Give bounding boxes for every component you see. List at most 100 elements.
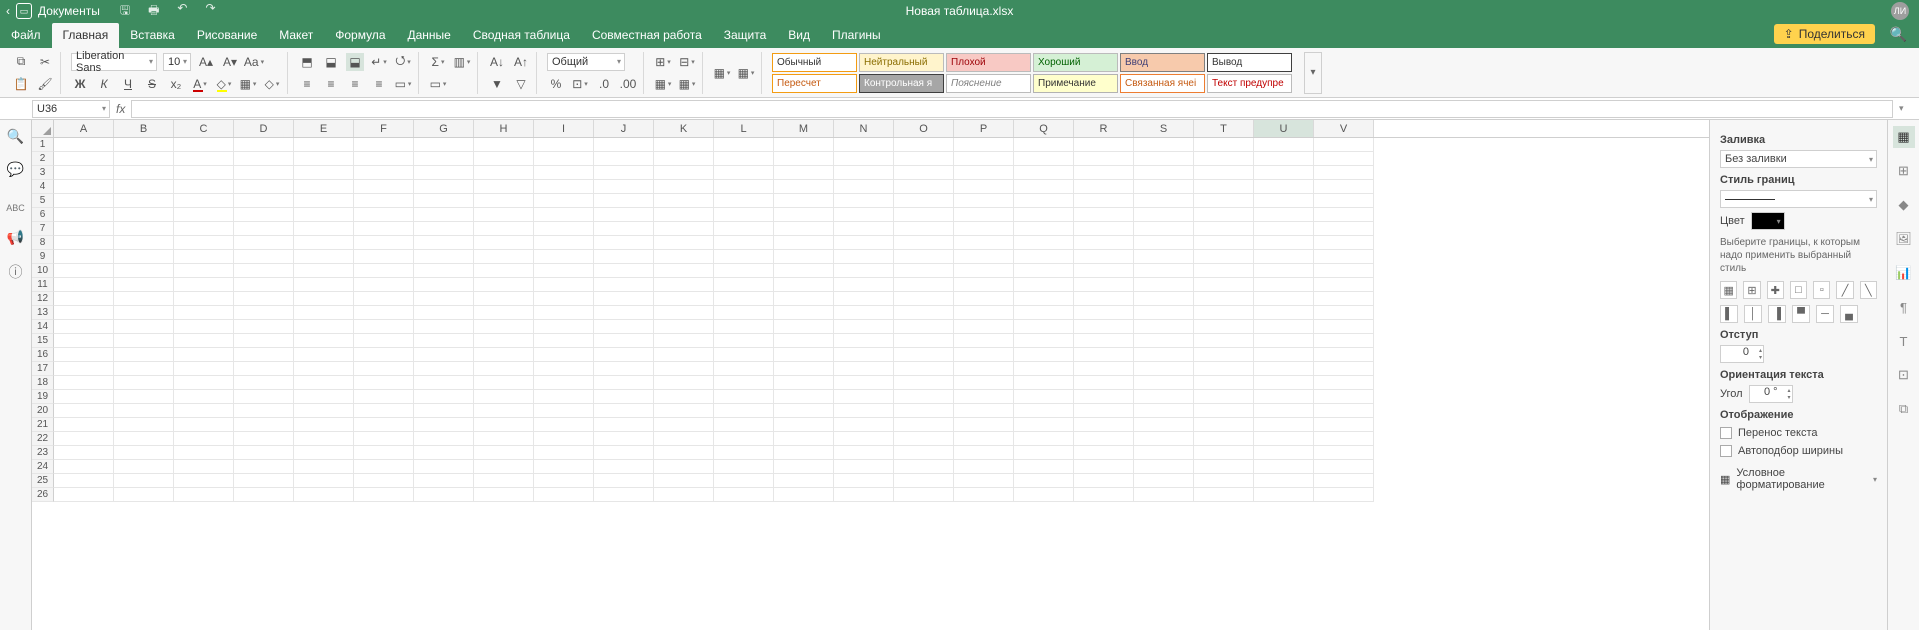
cell[interactable] — [1314, 180, 1374, 194]
about-icon[interactable]: ⓘ — [9, 262, 23, 282]
cell[interactable] — [1254, 362, 1314, 376]
row-header[interactable]: 9 — [32, 250, 54, 264]
cell[interactable] — [474, 488, 534, 502]
cell[interactable] — [234, 138, 294, 152]
conditional-formatting-link[interactable]: ▦ Условное форматирование ▾ — [1720, 467, 1877, 491]
spellcheck-icon[interactable]: ABC — [6, 194, 25, 213]
cell[interactable] — [234, 194, 294, 208]
cell[interactable] — [114, 208, 174, 222]
cell[interactable] — [1194, 320, 1254, 334]
menu-макет[interactable]: Макет — [268, 23, 324, 48]
select-all-corner[interactable] — [32, 120, 54, 137]
cell[interactable] — [834, 208, 894, 222]
cell[interactable] — [354, 362, 414, 376]
cell[interactable] — [834, 194, 894, 208]
cell[interactable] — [354, 474, 414, 488]
cell[interactable] — [354, 292, 414, 306]
cell[interactable] — [474, 446, 534, 460]
cell[interactable] — [414, 320, 474, 334]
cell[interactable] — [234, 278, 294, 292]
cell[interactable] — [1194, 208, 1254, 222]
cell[interactable] — [414, 194, 474, 208]
table-template-icon[interactable]: ▦ — [678, 75, 696, 93]
cell[interactable] — [54, 250, 114, 264]
cell[interactable] — [1254, 236, 1314, 250]
cell[interactable] — [834, 446, 894, 460]
cell[interactable] — [414, 306, 474, 320]
cell[interactable] — [1134, 194, 1194, 208]
cell[interactable] — [834, 306, 894, 320]
cell[interactable] — [474, 390, 534, 404]
menu-формула[interactable]: Формула — [324, 23, 396, 48]
expand-formula-bar-icon[interactable]: ▾ — [1899, 103, 1913, 114]
column-header[interactable]: L — [714, 120, 774, 137]
cell[interactable] — [594, 460, 654, 474]
cell[interactable] — [774, 474, 834, 488]
menu-данные[interactable]: Данные — [397, 23, 462, 48]
pivot-settings-tab-icon[interactable]: ⊡ — [1893, 364, 1915, 386]
cell[interactable] — [54, 306, 114, 320]
cell[interactable] — [954, 278, 1014, 292]
cell[interactable] — [954, 320, 1014, 334]
column-header[interactable]: T — [1194, 120, 1254, 137]
cell[interactable] — [654, 334, 714, 348]
cell[interactable] — [1254, 432, 1314, 446]
cell[interactable] — [414, 180, 474, 194]
cell[interactable] — [774, 180, 834, 194]
cell[interactable] — [1074, 418, 1134, 432]
cell[interactable] — [1254, 292, 1314, 306]
cell[interactable] — [534, 390, 594, 404]
cell[interactable] — [294, 222, 354, 236]
insert-object-icon[interactable]: ▦ — [737, 64, 755, 82]
cell[interactable] — [1254, 194, 1314, 208]
row-header[interactable]: 12 — [32, 292, 54, 306]
cell[interactable] — [114, 138, 174, 152]
cell[interactable] — [1074, 362, 1134, 376]
borders-icon[interactable]: ▦ — [239, 75, 257, 93]
cell[interactable] — [834, 362, 894, 376]
cell[interactable] — [834, 236, 894, 250]
cell[interactable] — [1314, 334, 1374, 348]
cell[interactable] — [114, 250, 174, 264]
cell[interactable] — [954, 446, 1014, 460]
cell[interactable] — [414, 418, 474, 432]
cell[interactable] — [114, 152, 174, 166]
cell[interactable] — [54, 362, 114, 376]
cell[interactable] — [1014, 250, 1074, 264]
cell[interactable] — [54, 152, 114, 166]
cell[interactable] — [534, 432, 594, 446]
cell[interactable] — [1254, 166, 1314, 180]
document-title[interactable]: Новая таблица.xlsx — [906, 4, 1014, 18]
filter-icon[interactable]: ▼ — [488, 75, 506, 93]
cell[interactable] — [234, 446, 294, 460]
fill-series-icon[interactable]: ▥ — [453, 53, 471, 71]
column-header[interactable]: A — [54, 120, 114, 137]
cell[interactable] — [1134, 404, 1194, 418]
menu-сводная таблица[interactable]: Сводная таблица — [462, 23, 581, 48]
cell[interactable] — [654, 138, 714, 152]
cell[interactable] — [354, 432, 414, 446]
cell[interactable] — [534, 194, 594, 208]
cell[interactable] — [1074, 250, 1134, 264]
cell[interactable] — [714, 264, 774, 278]
border-horiz-icon[interactable]: ─ — [1816, 305, 1834, 323]
cell[interactable] — [234, 320, 294, 334]
cell[interactable] — [1074, 488, 1134, 502]
table-settings-tab-icon[interactable]: ⊞ — [1893, 160, 1915, 182]
menu-вид[interactable]: Вид — [777, 23, 821, 48]
cell[interactable] — [1014, 292, 1074, 306]
cell[interactable] — [654, 362, 714, 376]
cell[interactable] — [894, 194, 954, 208]
cell[interactable] — [894, 152, 954, 166]
cell[interactable] — [714, 404, 774, 418]
cell[interactable] — [474, 460, 534, 474]
cell[interactable] — [894, 250, 954, 264]
cell[interactable] — [1074, 404, 1134, 418]
cell[interactable] — [1254, 474, 1314, 488]
cell[interactable] — [54, 334, 114, 348]
cell[interactable] — [54, 166, 114, 180]
cell[interactable] — [534, 348, 594, 362]
cell[interactable] — [954, 488, 1014, 502]
column-header[interactable]: O — [894, 120, 954, 137]
row-header[interactable]: 14 — [32, 320, 54, 334]
